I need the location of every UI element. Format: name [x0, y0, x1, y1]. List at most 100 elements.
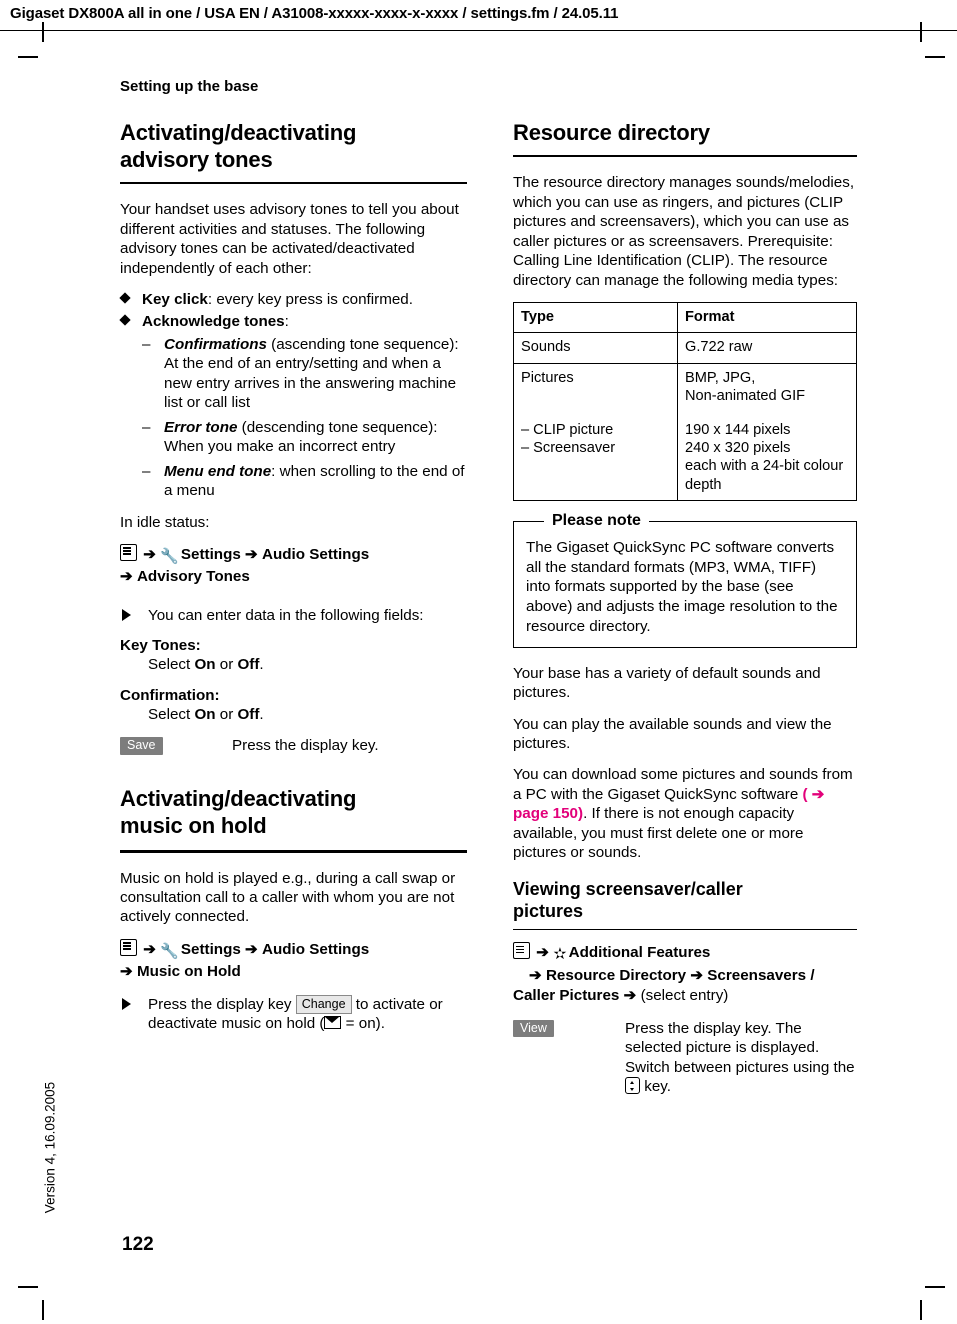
table-cell-format: BMP, JPG, Non-animated GIF [677, 362, 857, 407]
table-row: Pictures BMP, JPG, Non-animated GIF [513, 362, 857, 407]
dash-bullet-icon: – [142, 335, 151, 353]
change-pre-text: Press the display key [148, 995, 296, 1013]
section2-title-line1: Activating/deactivating [120, 786, 357, 812]
subsection-title-line1: Viewing screensaver/caller [513, 878, 743, 899]
section-title-resource-directory: Resource directory [513, 120, 710, 145]
section-rule [513, 154, 857, 158]
select-prefix: Select [148, 705, 195, 723]
view-text-part2: key. [640, 1078, 671, 1096]
wrench-settings-icon: 🔧 [160, 547, 179, 565]
option-off: Off [237, 656, 260, 674]
section-rule [120, 850, 467, 853]
table-cell-type: – CLIP picture – Screensaver [513, 406, 678, 501]
sub-lead: Confirmations [164, 335, 267, 353]
path-item-resource-directory: Resource Directory [545, 966, 687, 984]
save-key-instruction: Press the display key. [232, 737, 379, 755]
path-item-select-entry: (select entry) [640, 987, 729, 1005]
table-cell-type: Pictures [513, 362, 678, 407]
dash-bullet-icon: – [142, 418, 151, 436]
menu-path-viewing-pictures: ➔ ✫ Additional Features ➔ Resource Direct… [513, 942, 857, 1007]
section-title-advisory-tones: Activating/deactivating advisory tones [120, 120, 467, 174]
please-note-title: Please note [544, 510, 649, 532]
wrench-settings-icon: 🔧 [160, 942, 179, 960]
advisory-bullet-list: Key click: every key press is confirmed.… [119, 290, 467, 332]
please-note-text: The Gigaset QuickSync PC software conver… [526, 538, 838, 635]
arrow-glyph: ➔ [623, 987, 637, 1005]
running-head: Setting up the base [120, 78, 259, 95]
save-key-row: Save Press the display key. [120, 736, 467, 758]
list-item: Key click: every key press is confirmed. [119, 290, 467, 309]
section-rule [120, 181, 467, 185]
diamond-bullet-icon [119, 314, 131, 327]
crop-mark-left-lower [18, 1286, 38, 1288]
arrow-glyph: ➔ [245, 940, 258, 958]
arrow-glyph: ➔ [690, 966, 704, 984]
select-suffix: . [259, 656, 264, 674]
table-header-type: Type [513, 302, 678, 334]
path-item-audio-settings: Audio Settings [262, 545, 370, 563]
arrow-glyph: ➔ [120, 568, 133, 586]
star-additional-features-icon: ✫ [553, 946, 567, 964]
please-note-box: Please note The Gigaset QuickSync PC sof… [513, 510, 857, 648]
path-item-settings: Settings [180, 940, 241, 958]
resource-directory-intro: The resource directory manages sounds/me… [513, 174, 855, 289]
fields-intro: You can enter data in the following fiel… [120, 606, 467, 626]
menu-key-icon [120, 543, 137, 561]
field-value-confirmation: Select On or Off. [148, 705, 467, 724]
list-item: Acknowledge tones: [119, 312, 467, 331]
control-key-icon [625, 1077, 640, 1095]
table-cell-type: Sounds [513, 332, 678, 364]
header-rule [0, 30, 957, 31]
dash-bullet-icon: – [142, 462, 151, 480]
path-item-additional-features: Additional Features [568, 944, 711, 962]
view-display-key[interactable]: View [513, 1019, 554, 1038]
arrow-glyph: ➔ [143, 545, 156, 563]
save-display-key[interactable]: Save [120, 737, 163, 755]
table-row: – CLIP picture – Screensaver 190 x 144 p… [513, 406, 857, 501]
diamond-bullet-icon [119, 292, 131, 304]
table-header-row: Type Format [513, 302, 857, 334]
arrow-glyph: ➔ [120, 963, 133, 981]
left-column: Activating/deactivating advisory tones Y… [119, 120, 467, 1046]
sub-lead: Menu end tone [164, 462, 272, 480]
arrow-glyph: ➔ [529, 966, 542, 984]
subsection-title-line2: pictures [513, 900, 584, 921]
list-item: – Confirmations (ascending tone sequence… [142, 335, 467, 413]
path-item-audio-settings: Audio Settings [262, 940, 370, 958]
crop-mark-top-left [42, 22, 44, 42]
change-post-text: = on). [341, 1015, 385, 1033]
select-prefix: Select [148, 656, 195, 674]
table-row: Sounds G.722 raw [513, 332, 857, 364]
bullet-rest: : [284, 313, 289, 331]
arrow-glyph: ➔ [245, 545, 258, 563]
change-display-key[interactable]: Change [295, 994, 352, 1015]
bullet-rest: : every key press is confirmed. [207, 290, 413, 308]
section-title-music-on-hold: Activating/deactivating music on hold [120, 786, 467, 840]
page-number: 122 [122, 1234, 154, 1255]
sub-lead: Error tone [164, 418, 238, 436]
crop-mark-bottom-right [920, 1300, 922, 1320]
section-title-line2: advisory tones [120, 146, 273, 172]
arrow-glyph: ➔ [143, 940, 156, 958]
option-off: Off [237, 705, 260, 723]
section-title-line1: Activating/deactivating [120, 120, 357, 145]
field-label-confirmation: Confirmation: [120, 686, 220, 704]
bullet-lead: Key click [142, 290, 208, 308]
crop-mark-right-upper [925, 56, 945, 58]
table-cell-format: 190 x 144 pixels 240 x 320 pixels each w… [677, 406, 857, 501]
crop-mark-top-right [920, 22, 922, 42]
field-value-key-tones: Select On or Off. [148, 655, 467, 674]
path-item-settings: Settings [180, 545, 241, 563]
subsection-rule [513, 928, 857, 931]
music-on-hold-intro: Music on hold is played e.g., during a c… [120, 869, 456, 926]
advisory-intro-paragraph: Your handset uses advisory tones to tell… [120, 201, 459, 277]
crop-mark-left-upper [18, 56, 38, 58]
option-or: or [215, 656, 238, 674]
view-key-row: View Press the display key. The selected… [513, 1019, 857, 1097]
path-item-advisory-tones: Advisory Tones [136, 568, 250, 586]
view-key-instruction: Press the display key. The selected pict… [625, 1019, 857, 1097]
list-item: – Menu end tone: when scrolling to the e… [142, 462, 467, 501]
path-item-caller-pictures: Caller Pictures [513, 987, 620, 1005]
field-label-key-tones: Key Tones: [120, 637, 201, 655]
table-cell-format: G.722 raw [677, 332, 857, 364]
